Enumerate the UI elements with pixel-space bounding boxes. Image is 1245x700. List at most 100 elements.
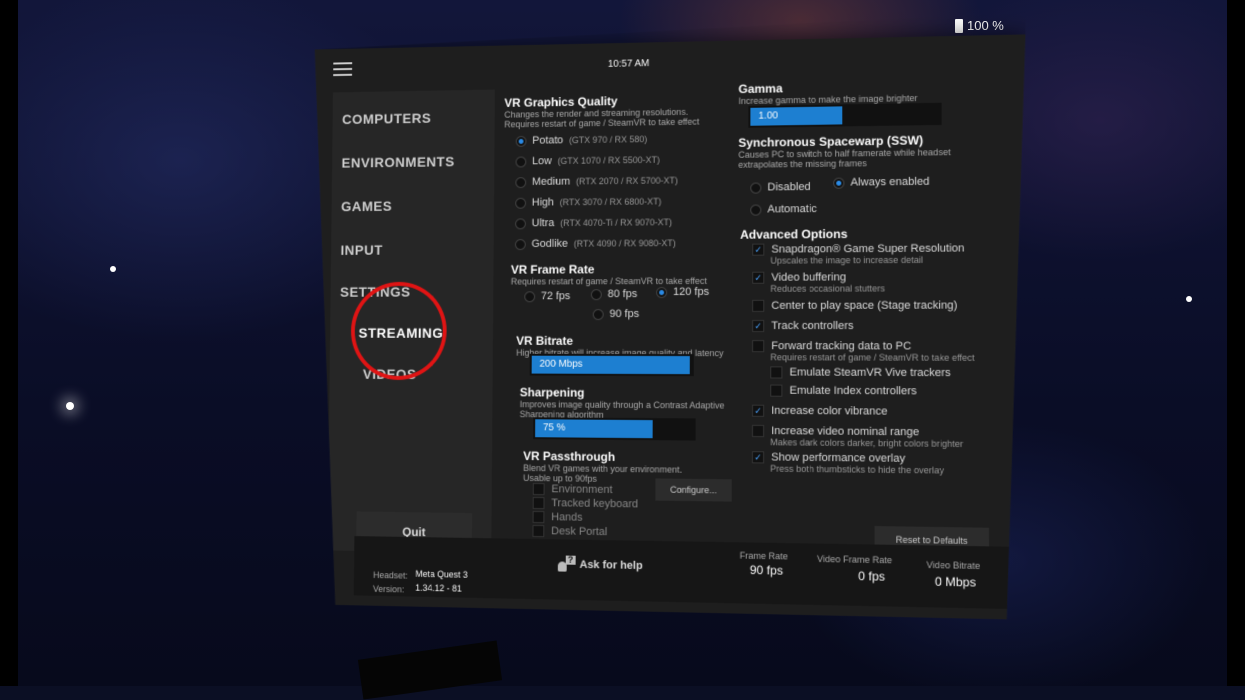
radio-button[interactable] (833, 177, 844, 188)
radio-button[interactable] (524, 291, 535, 302)
checkmark-icon[interactable]: ✓ (752, 244, 764, 256)
option-hint: (GTX 1070 / RX 5500-XT) (557, 154, 660, 166)
radio-button[interactable] (516, 135, 527, 146)
graphics-option-low[interactable]: Low (GTX 1070 / RX 5500-XT) (516, 154, 660, 168)
radio-button[interactable] (593, 309, 604, 320)
adv-emulate-index-controllers[interactable]: Emulate Index controllers (770, 385, 917, 398)
sharpening-slider[interactable]: 75 % (533, 417, 696, 440)
graphics-option-medium[interactable]: Medium (RTX 2070 / RX 5700-XT) (515, 174, 678, 188)
headset-value: Meta Quest 3 (415, 568, 468, 580)
framerate-option-80[interactable]: 80 fps (591, 288, 637, 300)
checkbox-label: Center to play space (Stage tracking) (771, 299, 958, 312)
option-label: Godlike (531, 237, 568, 250)
passthrough-hands[interactable]: Hands (533, 511, 583, 524)
adv-center-play-space[interactable]: Center to play space (Stage tracking) (752, 299, 957, 311)
ssw-section: Synchronous Spacewarp (SSW) Causes PC to… (738, 132, 993, 169)
radio-button[interactable] (515, 218, 526, 229)
nav-environments[interactable]: ENVIRONMENTS (341, 154, 454, 171)
checkbox[interactable] (770, 385, 782, 397)
clock: 10:57 AM (607, 58, 650, 70)
radio-button[interactable] (591, 289, 602, 300)
option-label: Medium (531, 175, 571, 188)
framerate-desc: Requires restart of game / SteamVR to ta… (510, 275, 707, 287)
checkbox[interactable] (752, 340, 764, 352)
adv-video-buffering[interactable]: ✓ Video buffering (752, 271, 846, 283)
graphics-option-potato[interactable]: Potato (GTX 970 / RX 580) (516, 133, 647, 147)
framerate-section: VR Frame Rate Requires restart of game /… (511, 262, 728, 287)
video-bitrate-value: 0 Mbps (934, 574, 977, 590)
sharpening-value: 75 % (542, 422, 566, 434)
adv-emulate-vive-trackers[interactable]: Emulate SteamVR Vive trackers (770, 366, 950, 379)
checkbox-label: Emulate SteamVR Vive trackers (789, 366, 951, 380)
status-bar: Headset: Meta Quest 3 Version: 1.34.12 -… (354, 536, 1025, 609)
menu-icon[interactable] (333, 62, 352, 76)
option-label: 80 fps (607, 288, 638, 301)
checkbox[interactable] (532, 525, 544, 537)
adv-performance-overlay-sub: Press both thumbsticks to hide the overl… (770, 463, 944, 476)
option-label: 72 fps (540, 290, 571, 303)
checkbox[interactable] (752, 425, 764, 437)
checkbox[interactable] (533, 483, 545, 495)
ask-for-help-button[interactable]: Ask for help (558, 557, 643, 573)
radio-button[interactable] (656, 287, 667, 298)
adv-track-controllers[interactable]: ✓ Track controllers (752, 320, 854, 332)
star (110, 266, 116, 272)
highlight-ring (350, 282, 447, 380)
version-label: Version: (372, 583, 405, 595)
checkbox[interactable] (770, 366, 782, 378)
graphics-option-ultra[interactable]: Ultra (RTX 4070-Ti / RX 9070-XT) (515, 216, 672, 229)
option-label: 120 fps (673, 285, 710, 299)
checkbox-label: Emulate Index controllers (789, 384, 917, 398)
checkbox[interactable] (533, 497, 545, 509)
checkbox-label: Tracked keyboard (551, 497, 639, 511)
nav-computers[interactable]: COMPUTERS (342, 110, 431, 127)
configure-button[interactable]: Configure... (655, 478, 731, 501)
option-hint: (RTX 2070 / RX 5700-XT) (575, 175, 678, 187)
checkmark-icon[interactable]: ✓ (752, 272, 764, 284)
radio-button[interactable] (515, 177, 526, 188)
ssw-option-automatic[interactable]: Automatic (750, 203, 817, 216)
passthrough-desk-portal[interactable]: Desk Portal (532, 525, 607, 538)
option-label: Potato (532, 134, 564, 147)
star (66, 402, 74, 410)
help-label: Ask for help (579, 558, 643, 573)
frame-rate-label: Frame Rate (739, 550, 788, 562)
checkbox[interactable] (752, 300, 764, 312)
adv-color-vibrance[interactable]: ✓ Increase color vibrance (752, 405, 887, 418)
checkbox-label: Desk Portal (551, 525, 608, 539)
framerate-option-90[interactable]: 90 fps (593, 308, 639, 320)
option-label: Disabled (767, 180, 811, 194)
passthrough-environment[interactable]: Environment (533, 483, 613, 496)
radio-button[interactable] (750, 182, 761, 193)
nav-games[interactable]: GAMES (341, 198, 392, 214)
bitrate-title: VR Bitrate (516, 333, 574, 348)
checkbox[interactable] (533, 511, 545, 523)
checkmark-icon[interactable]: ✓ (752, 451, 764, 463)
nav-input[interactable]: INPUT (340, 242, 382, 258)
radio-button[interactable] (516, 156, 527, 167)
passthrough-tracked-keyboard[interactable]: Tracked keyboard (533, 497, 638, 510)
ssw-option-always-enabled[interactable]: Always enabled (833, 176, 929, 189)
adv-forward-tracking[interactable]: Forward tracking data to PC (752, 340, 911, 352)
bitrate-slider[interactable]: 200 Mbps (530, 354, 694, 376)
radio-button[interactable] (515, 239, 526, 250)
checkmark-icon[interactable]: ✓ (752, 320, 764, 332)
option-hint: (RTX 3070 / RX 6800-XT) (559, 196, 662, 208)
checkmark-icon[interactable]: ✓ (752, 405, 764, 417)
help-icon (558, 557, 574, 571)
gamma-slider[interactable]: 1.00 (748, 103, 941, 128)
ssw-desc: Causes PC to switch to half framerate wh… (738, 147, 951, 170)
adv-super-resolution[interactable]: ✓ Snapdragon® Game Super Resolution (752, 242, 964, 255)
radio-button[interactable] (750, 204, 761, 215)
framerate-option-120[interactable]: 120 fps (656, 286, 709, 298)
radio-button[interactable] (515, 197, 526, 208)
graphics-option-high[interactable]: High (RTX 3070 / RX 6800-XT) (515, 195, 661, 208)
graphics-option-godlike[interactable]: Godlike (RTX 4090 / RX 9080-XT) (515, 237, 676, 250)
checkbox-label: Video buffering (771, 271, 847, 284)
ssw-option-disabled[interactable]: Disabled (750, 181, 810, 194)
advanced-title: Advanced Options (740, 226, 848, 242)
framerate-option-72[interactable]: 72 fps (524, 290, 570, 302)
battery-indicator: 100 % (955, 18, 1004, 33)
graphics-section: VR Graphics Quality Changes the render a… (504, 92, 720, 129)
gamma-value: 1.00 (758, 110, 779, 122)
